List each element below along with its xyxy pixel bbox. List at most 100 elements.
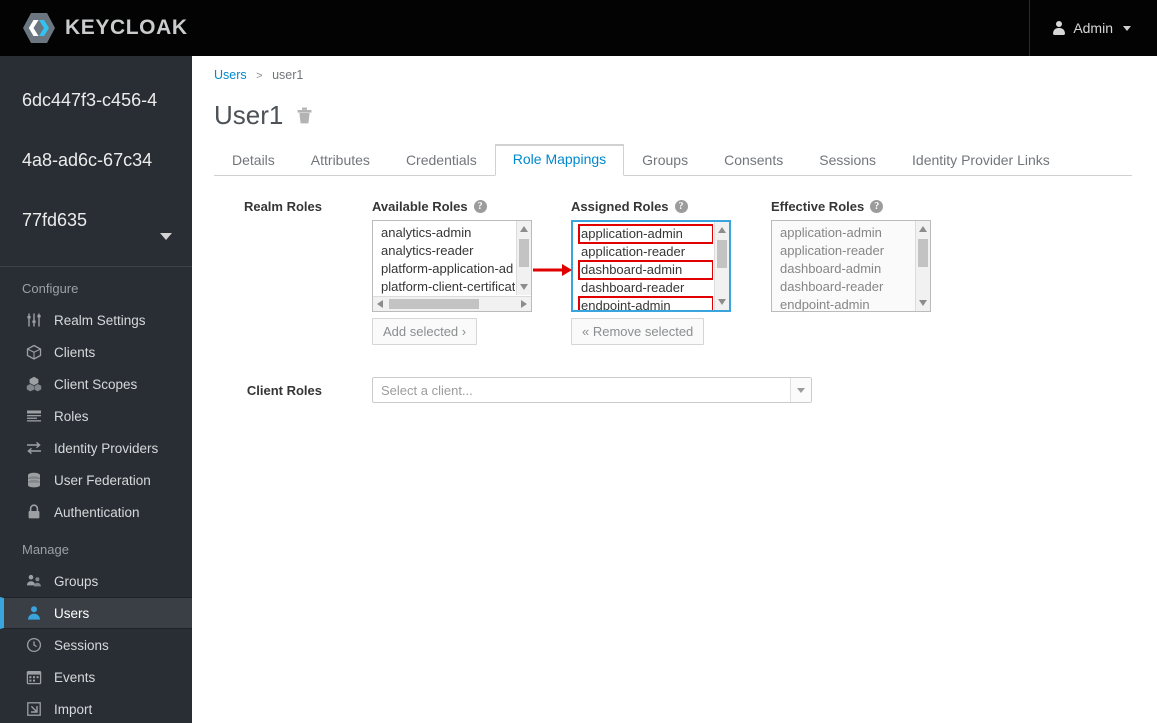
- sidebar-item-clients[interactable]: Clients: [0, 336, 192, 368]
- scroll-up-arrow-icon[interactable]: [520, 226, 528, 232]
- list-item[interactable]: analytics-reader: [379, 242, 515, 260]
- dropdown-toggle[interactable]: [790, 378, 811, 402]
- scrollbar-thumb[interactable]: [519, 239, 529, 267]
- users-group-icon: [26, 573, 42, 589]
- chevron-down-icon: [1123, 25, 1131, 31]
- help-icon[interactable]: ?: [473, 199, 487, 213]
- scrollbar-thumb[interactable]: [389, 299, 479, 309]
- sidebar-item-roles[interactable]: Roles: [0, 400, 192, 432]
- available-roles-options: analytics-admin analytics-reader platfor…: [373, 221, 515, 295]
- delete-user-trash-icon[interactable]: [297, 107, 312, 124]
- tab-bar: Details Attributes Credentials Role Mapp…: [214, 144, 1132, 176]
- available-roles-listbox[interactable]: analytics-admin analytics-reader platfor…: [372, 220, 532, 312]
- sidebar-item-events[interactable]: Events: [0, 661, 192, 693]
- vertical-scrollbar[interactable]: [714, 222, 729, 310]
- scrollbar-thumb[interactable]: [717, 240, 727, 268]
- tab-identity-provider-links[interactable]: Identity Provider Links: [894, 145, 1068, 176]
- available-roles-column: Available Roles ? analytics-admin analyt…: [372, 198, 532, 345]
- user-avatar-icon: [1052, 21, 1065, 35]
- list-item[interactable]: endpoint-admin: [578, 296, 713, 310]
- vertical-scrollbar[interactable]: [516, 221, 531, 295]
- tab-credentials[interactable]: Credentials: [388, 145, 495, 176]
- breadcrumb: Users > user1: [192, 56, 1157, 82]
- exchange-icon: [26, 440, 42, 456]
- sidebar-item-label: Identity Providers: [54, 440, 159, 456]
- list-item: application-admin: [780, 225, 882, 240]
- tab-details[interactable]: Details: [214, 145, 293, 176]
- sidebar-item-import[interactable]: Import: [0, 693, 192, 723]
- brand-name: KEYCLOAK: [65, 16, 188, 39]
- sidebar-item-identity-providers[interactable]: Identity Providers: [0, 432, 192, 464]
- scroll-up-arrow-icon[interactable]: [718, 227, 726, 233]
- assigned-roles-options: application-admin application-reader das…: [573, 222, 713, 310]
- lock-icon: [26, 504, 42, 520]
- sidebar-item-label: User Federation: [54, 472, 151, 488]
- cube-icon: [26, 344, 42, 360]
- client-roles-label: Client Roles: [246, 383, 322, 398]
- sidebar-item-authentication[interactable]: Authentication: [0, 496, 192, 528]
- help-icon[interactable]: ?: [870, 199, 884, 213]
- sidebar-item-label: Events: [54, 669, 96, 685]
- realm-selector[interactable]: 6dc447f3-c456-44a8-ad6c-67c3477fd635: [0, 56, 192, 267]
- brand-logo[interactable]: KEYCLOAK: [0, 11, 188, 45]
- scroll-down-arrow-icon[interactable]: [520, 284, 528, 290]
- list-item[interactable]: analytics-admin: [379, 224, 515, 242]
- list-item[interactable]: platform-application-ad: [379, 260, 515, 278]
- tab-sessions[interactable]: Sessions: [801, 145, 894, 176]
- clock-icon: [26, 637, 42, 653]
- assigned-roles-title: Assigned Roles: [571, 198, 669, 214]
- select-client-dropdown[interactable]: Select a client...: [372, 377, 812, 403]
- scroll-left-arrow-icon[interactable]: [377, 300, 383, 308]
- sidebar-item-realm-settings[interactable]: Realm Settings: [0, 304, 192, 336]
- calendar-icon: [26, 669, 42, 685]
- select-client-placeholder: Select a client...: [381, 382, 473, 398]
- sidebar-item-client-scopes[interactable]: Client Scopes: [0, 368, 192, 400]
- breadcrumb-separator: >: [256, 70, 263, 82]
- sidebar-item-label: Roles: [54, 408, 89, 424]
- scroll-up-arrow-icon[interactable]: [919, 226, 927, 232]
- keycloak-logo-icon: [22, 11, 56, 45]
- chevron-down-icon: [797, 387, 805, 393]
- tab-consents[interactable]: Consents: [706, 145, 801, 176]
- assigned-roles-listbox[interactable]: application-admin application-reader das…: [571, 220, 731, 312]
- list-item: application-reader: [780, 243, 885, 258]
- breadcrumb-link-users[interactable]: Users: [214, 68, 247, 82]
- scroll-down-arrow-icon[interactable]: [919, 300, 927, 306]
- user-icon: [26, 605, 42, 621]
- add-selected-button[interactable]: Add selected ›: [372, 318, 478, 345]
- list-item: dashboard-admin: [780, 261, 882, 276]
- list-item: endpoint-admin: [780, 297, 870, 311]
- realm-roles-row: Realm Roles Available Roles ? analytics-…: [192, 198, 1157, 345]
- help-icon[interactable]: ?: [674, 199, 688, 213]
- list-item[interactable]: platform-client-certificat: [379, 278, 515, 295]
- remove-selected-button[interactable]: « Remove selected: [571, 318, 705, 345]
- scroll-right-arrow-icon[interactable]: [521, 300, 527, 308]
- sidebar-item-label: Clients: [54, 344, 96, 360]
- sidebar-item-users[interactable]: Users: [0, 597, 192, 629]
- list-item[interactable]: application-admin: [578, 224, 713, 244]
- vertical-scrollbar[interactable]: [915, 221, 930, 311]
- list-item[interactable]: dashboard-reader: [579, 279, 713, 297]
- sidebar-section-title: Configure: [22, 281, 79, 296]
- scrollbar-thumb[interactable]: [918, 239, 928, 267]
- available-roles-title: Available Roles: [372, 198, 468, 214]
- sidebar-item-sessions[interactable]: Sessions: [0, 629, 192, 661]
- user-menu[interactable]: Admin: [1029, 0, 1157, 56]
- list-item[interactable]: application-reader: [579, 243, 713, 261]
- tab-role-mappings[interactable]: Role Mappings: [494, 144, 625, 176]
- main-content: Users > user1 User1 Details Attributes C…: [192, 56, 1157, 723]
- sidebar-item-user-federation[interactable]: User Federation: [0, 464, 192, 496]
- horizontal-scrollbar[interactable]: [373, 296, 531, 311]
- scroll-down-arrow-icon[interactable]: [718, 299, 726, 305]
- tab-groups[interactable]: Groups: [624, 145, 706, 176]
- breadcrumb-current: user1: [272, 68, 304, 82]
- sidebar-item-groups[interactable]: Groups: [0, 565, 192, 597]
- database-icon: [26, 472, 42, 488]
- sidebar-item-label: Client Scopes: [54, 376, 138, 392]
- client-roles-row: Client Roles Select a client...: [192, 377, 1157, 403]
- list-item[interactable]: dashboard-admin: [578, 260, 713, 280]
- sidebar-item-label: Import: [54, 701, 93, 717]
- effective-roles-options: application-admin application-reader das…: [772, 221, 914, 311]
- tab-attributes[interactable]: Attributes: [293, 145, 388, 176]
- cubes-icon: [26, 376, 42, 392]
